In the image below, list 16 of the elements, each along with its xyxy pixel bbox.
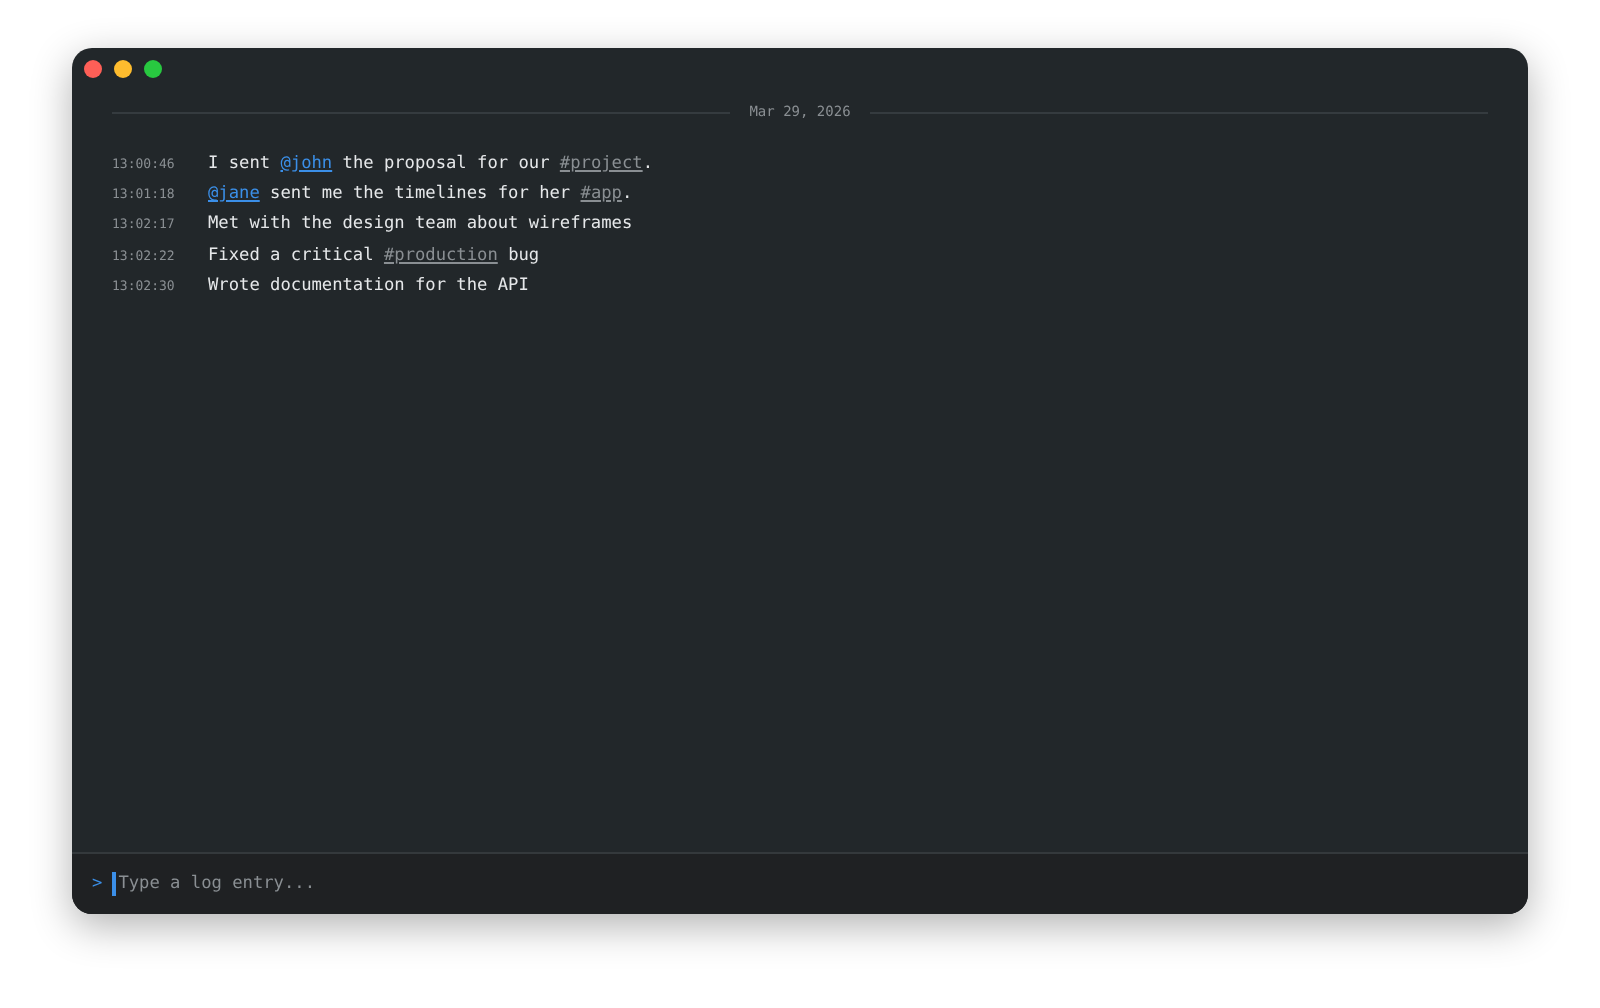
close-icon[interactable] [84,59,102,77]
log-entry: Met with the design team about wireframes [208,214,633,235]
log-entry: I sent @john the proposal for our #project. [208,153,654,174]
mention-link[interactable]: @john [280,153,333,174]
prompt-symbol: > [92,874,103,894]
log-input-field[interactable]: > Type a log entry... [72,852,1528,914]
tag-link[interactable]: #production [383,245,498,266]
minimize-icon[interactable] [114,59,132,77]
log-entry: @jane sent me the timelines for her #app. [208,183,633,204]
mention-link[interactable]: @jane [208,183,260,204]
maximize-icon[interactable] [144,59,162,77]
tag-link[interactable]: #project [559,153,643,174]
tag-link[interactable]: #app [580,183,622,204]
log-entry: Fixed a critical #production bug [208,245,540,266]
log-input-text[interactable]: Type a log entry... [112,872,1508,896]
log-entry: Wrote documentation for the API [208,275,529,296]
